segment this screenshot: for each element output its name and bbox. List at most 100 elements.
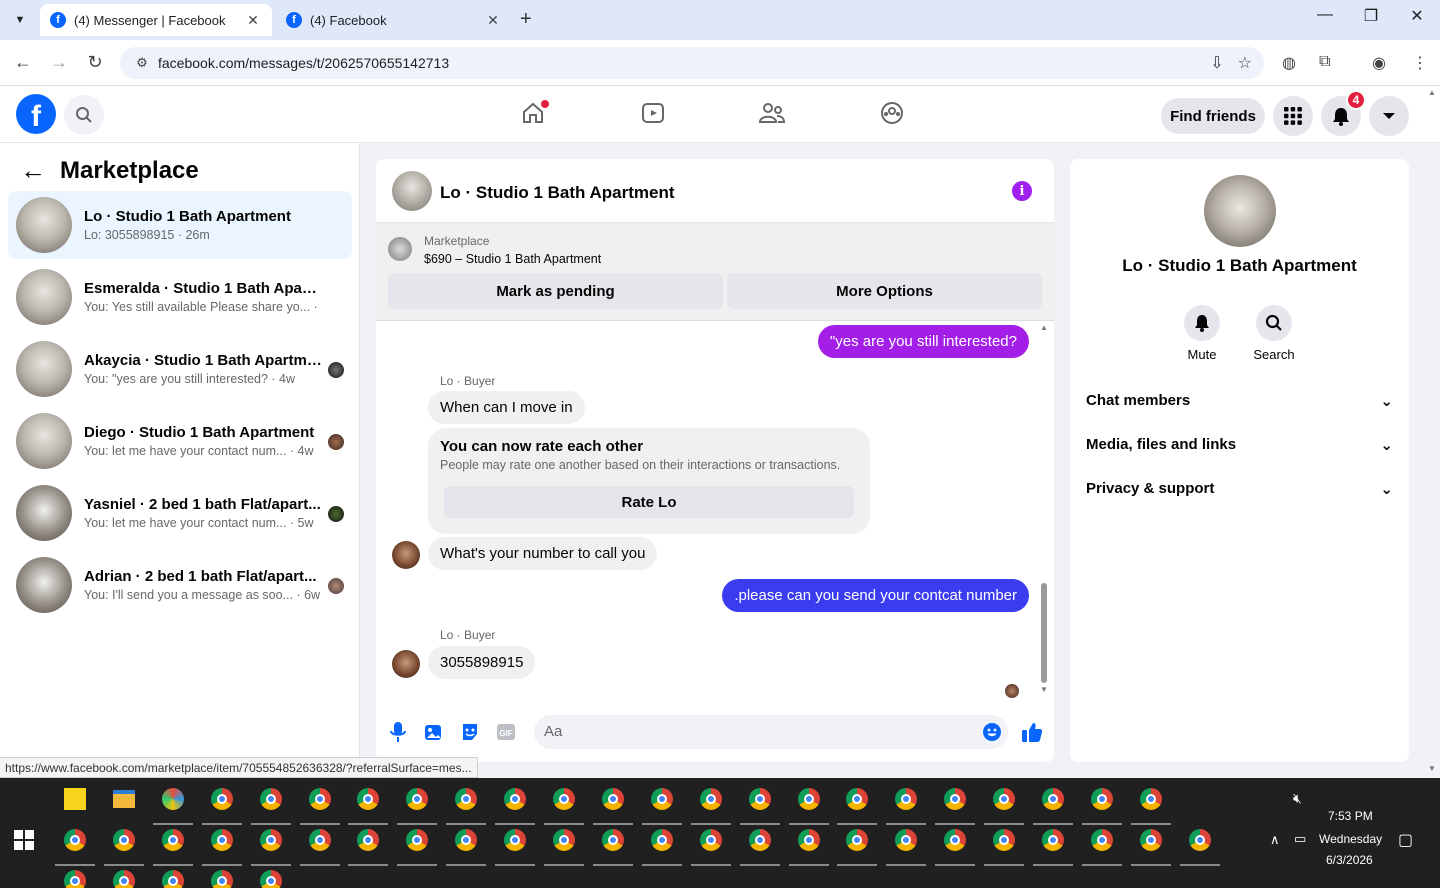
chrome-icon[interactable] xyxy=(62,868,88,888)
menu-grid-icon[interactable] xyxy=(1273,96,1313,136)
back-arrow-icon[interactable]: ← xyxy=(11,52,35,73)
chrome-icon[interactable] xyxy=(404,827,430,853)
find-friends-button[interactable]: Find friends xyxy=(1161,98,1265,134)
forward-arrow-icon[interactable]: → xyxy=(47,52,71,73)
chrome-icon[interactable] xyxy=(942,827,968,853)
bell-icon[interactable] xyxy=(1184,305,1220,341)
chrome-icon[interactable] xyxy=(1040,786,1066,812)
clock-date[interactable]: 6/3/2026 xyxy=(1326,853,1373,867)
chrome-icon[interactable] xyxy=(453,786,479,812)
gif-icon[interactable]: GIF xyxy=(495,721,517,743)
groups-icon[interactable] xyxy=(877,98,907,128)
scroll-up-icon[interactable]: ▲ xyxy=(1040,323,1048,332)
more-options-button[interactable]: More Options xyxy=(727,273,1042,309)
chrome-icon[interactable] xyxy=(111,868,137,888)
chrome-icon[interactable] xyxy=(209,786,235,812)
chrome-icon[interactable] xyxy=(258,868,284,888)
chrome-icon[interactable] xyxy=(453,827,479,853)
chrome-icon[interactable] xyxy=(502,827,528,853)
chrome-icon[interactable] xyxy=(1040,827,1066,853)
microphone-icon[interactable] xyxy=(387,721,409,743)
clock-time[interactable]: 7:53 PM xyxy=(1328,809,1373,823)
bookmark-star-icon[interactable]: ☆ xyxy=(1238,53,1252,73)
chrome-icon[interactable] xyxy=(1089,786,1115,812)
account-dropdown-icon[interactable] xyxy=(1369,96,1409,136)
site-info-icon[interactable]: ⚙ xyxy=(128,55,156,71)
tab-close-icon[interactable]: ✕ xyxy=(484,12,502,29)
buyer-avatar[interactable] xyxy=(392,650,420,678)
window-close-icon[interactable]: ✕ xyxy=(1402,6,1432,26)
search-button[interactable]: Search xyxy=(1244,305,1304,362)
chrome-icon[interactable] xyxy=(1187,827,1213,853)
message-input-box[interactable] xyxy=(534,715,1008,749)
buyer-avatar[interactable] xyxy=(392,541,420,569)
tray-expand-icon[interactable]: ∧ xyxy=(1270,832,1280,848)
back-arrow-icon[interactable]: ← xyxy=(20,155,46,186)
chrome-icon[interactable] xyxy=(551,786,577,812)
chrome-icon[interactable] xyxy=(307,786,333,812)
conversation-item[interactable]: Lo · Studio 1 Bath Apartment Lo: 3055898… xyxy=(8,191,352,259)
network-icon[interactable]: ▭ xyxy=(1294,831,1306,847)
file-explorer-icon[interactable] xyxy=(111,786,137,812)
chrome-icon[interactable] xyxy=(1138,827,1164,853)
chrome-icon[interactable] xyxy=(893,827,919,853)
video-icon[interactable] xyxy=(638,98,668,128)
media-files-links-row[interactable]: Media, files and links ⌄ xyxy=(1086,436,1393,454)
minimize-icon[interactable]: — xyxy=(1310,6,1340,24)
chrome-icon[interactable] xyxy=(62,827,88,853)
like-thumbs-up-icon[interactable] xyxy=(1021,721,1043,743)
chat-members-row[interactable]: Chat members ⌄ xyxy=(1086,392,1393,410)
conversation-item[interactable]: Diego · Studio 1 Bath Apartment You: let… xyxy=(8,407,352,475)
chrome-icon[interactable] xyxy=(600,786,626,812)
conversation-item[interactable]: Adrian · 2 bed 1 bath Flat/apart... You:… xyxy=(8,551,352,619)
url-text[interactable]: facebook.com/messages/t/2062570655142713 xyxy=(158,55,449,71)
chrome-icon[interactable] xyxy=(844,827,870,853)
search-icon[interactable] xyxy=(1256,305,1292,341)
chrome-icon[interactable] xyxy=(747,786,773,812)
chrome-icon[interactable] xyxy=(551,827,577,853)
chrome-icon[interactable] xyxy=(160,868,186,888)
tab-facebook[interactable]: f (4) Facebook ✕ xyxy=(276,4,512,36)
profile-icon[interactable]: ◉ xyxy=(1372,53,1386,73)
page-scroll-down-icon[interactable]: ▼ xyxy=(1428,764,1436,773)
chrome-icon[interactable] xyxy=(796,786,822,812)
privacy-support-row[interactable]: Privacy & support ⌄ xyxy=(1086,480,1393,498)
tab-search-chevron-icon[interactable]: ▼ xyxy=(8,8,32,32)
chrome-icon[interactable] xyxy=(307,827,333,853)
reload-icon[interactable]: ↻ xyxy=(83,52,107,73)
friends-icon[interactable] xyxy=(757,98,787,128)
mark-as-pending-button[interactable]: Mark as pending xyxy=(388,273,723,309)
chrome-icon[interactable] xyxy=(1089,827,1115,853)
windows-start-icon[interactable] xyxy=(14,830,34,850)
volume-muted-icon[interactable]: 🔇︎ xyxy=(1293,790,1302,807)
listing-thumbnail[interactable] xyxy=(388,237,412,261)
chrome-icon[interactable] xyxy=(698,786,724,812)
rate-button[interactable]: Rate Lo xyxy=(444,486,854,518)
conversation-item[interactable]: Yasniel · 2 bed 1 bath Flat/apart... You… xyxy=(8,479,352,547)
chrome-icon[interactable] xyxy=(355,827,381,853)
photo-icon[interactable] xyxy=(423,721,445,743)
chrome-icon[interactable] xyxy=(160,827,186,853)
translate-icon[interactable]: ◍ xyxy=(1282,53,1296,73)
chrome-icon[interactable] xyxy=(355,786,381,812)
mute-button[interactable]: Mute xyxy=(1172,305,1232,362)
chrome-menu-icon[interactable]: ⋮ xyxy=(1412,53,1428,73)
chat-avatar[interactable] xyxy=(392,171,432,211)
chrome-icon[interactable] xyxy=(649,827,675,853)
listing-title[interactable]: $690 – Studio 1 Bath Apartment xyxy=(424,252,601,266)
chrome-icon[interactable] xyxy=(796,827,822,853)
page-scroll-up-icon[interactable]: ▲ xyxy=(1428,88,1436,97)
notification-center-icon[interactable]: ▢ xyxy=(1398,830,1413,850)
paint-icon[interactable] xyxy=(160,786,186,812)
sticker-icon[interactable] xyxy=(459,721,481,743)
chrome-icon[interactable] xyxy=(893,786,919,812)
search-icon[interactable] xyxy=(64,95,104,135)
chrome-icon[interactable] xyxy=(991,827,1017,853)
chrome-icon[interactable] xyxy=(747,827,773,853)
scroll-down-icon[interactable]: ▼ xyxy=(1040,685,1048,694)
chrome-icon[interactable] xyxy=(844,786,870,812)
chrome-icon[interactable] xyxy=(111,827,137,853)
omnibox[interactable]: ⚙ facebook.com/messages/t/20625706551427… xyxy=(120,47,1264,79)
chrome-icon[interactable] xyxy=(698,827,724,853)
scrollbar-thumb[interactable] xyxy=(1041,583,1047,683)
